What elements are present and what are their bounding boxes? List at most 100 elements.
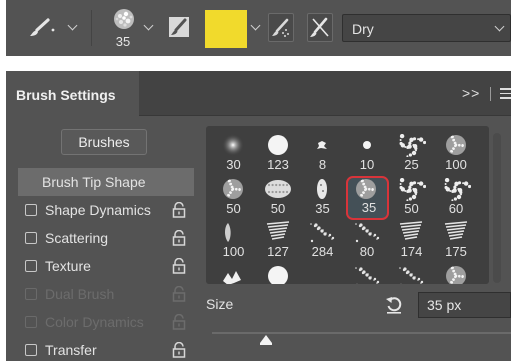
brush-preset[interactable] (212, 263, 255, 284)
brush-preset[interactable]: 174 (390, 219, 433, 263)
sidebar-checkbox (25, 288, 37, 300)
brush-size-readout: 35 (115, 34, 131, 49)
brush-tip-thumbnail-icon (399, 134, 426, 157)
brush-preset-size: 100 (445, 157, 467, 172)
brush-preset[interactable]: 100 (212, 219, 255, 263)
sidebar-item-label: Dual Brush (45, 286, 115, 302)
brush-tip-thumbnail-icon (399, 177, 426, 201)
brush-preset[interactable]: 80 (346, 219, 389, 263)
size-slider-thumb[interactable] (259, 335, 272, 345)
chevron-down-icon (67, 20, 78, 31)
brush-tip-thumbnail-icon (267, 135, 288, 155)
sidebar-item[interactable]: Texture (18, 252, 194, 280)
brush-preset[interactable] (435, 263, 478, 284)
brush-preset[interactable] (301, 263, 344, 285)
lock-icon[interactable] (172, 342, 186, 358)
brush-tip-thumbnail-icon (307, 265, 337, 285)
brush-tip-thumbnail-icon (223, 178, 243, 199)
brush-tip-thumbnail-icon (264, 179, 291, 198)
blend-mode-value: Dry (352, 21, 374, 37)
brush-preset[interactable]: 50 (212, 176, 255, 220)
brush-tip-thumbnail-icon (445, 265, 466, 284)
brush-preset[interactable] (390, 263, 433, 284)
brush-preset[interactable]: 123 (257, 132, 300, 176)
brush-preset-size: 60 (448, 200, 464, 216)
sidebar-item[interactable]: Scattering (18, 224, 194, 252)
brush-preset-size: 25 (404, 157, 419, 172)
sidebar-item-label: Scattering (45, 230, 109, 246)
sidebar-checkbox[interactable] (25, 260, 37, 272)
chevron-down-icon (494, 21, 505, 32)
chevron-down-icon[interactable] (250, 20, 261, 31)
brush-settings-panel: Brush Settings >> Brushes Brush Tip Shap… (6, 71, 511, 361)
collapse-panel-button[interactable]: >> (462, 85, 480, 101)
brush-preset[interactable]: 35 (301, 176, 344, 220)
brush-preset-picker[interactable] (111, 6, 137, 32)
brush-preset[interactable]: 10 (346, 132, 389, 176)
toggle-brush-settings-button[interactable] (167, 15, 191, 39)
brush-preset[interactable]: 127 (257, 219, 300, 263)
brush-preset-size: 80 (359, 244, 375, 259)
size-input[interactable]: 35 px (418, 292, 511, 318)
brush-preset-size: 284 (311, 244, 334, 259)
lock-icon (172, 314, 186, 330)
brush-preset-size: 8 (318, 157, 327, 172)
lock-icon[interactable] (172, 202, 186, 218)
brush-preset-size: 127 (267, 244, 289, 259)
sidebar-item-label: Texture (45, 258, 91, 274)
brush-preset[interactable]: 25 (390, 132, 433, 176)
brush-tip-thumbnail-icon (317, 141, 327, 149)
tab-brush-settings[interactable]: Brush Settings (6, 71, 139, 117)
options-bar: 35 Dry (6, 0, 511, 56)
sidebar-item[interactable]: Shape Dynamics (18, 196, 194, 224)
panel-menu-icon[interactable] (500, 88, 511, 99)
sample-all-layers-button[interactable] (307, 13, 333, 42)
sidebar-item[interactable]: Brush Tip Shape (18, 168, 194, 196)
brush-preset[interactable] (346, 263, 389, 284)
brush-tip-thumbnail-icon (223, 270, 241, 284)
brush-tool-preset-picker[interactable] (28, 14, 78, 42)
brush-tip-thumbnail-icon (222, 134, 244, 156)
brush-preset[interactable]: 50 (390, 176, 433, 220)
sidebar-item[interactable]: Transfer (18, 336, 194, 361)
brush-preset[interactable]: 175 (435, 219, 478, 263)
lock-icon[interactable] (172, 258, 186, 274)
brush-tip-thumbnail-icon (399, 221, 423, 240)
reset-size-icon[interactable] (384, 295, 404, 315)
brush-settings-toggle-icon (169, 17, 189, 37)
size-slider-track[interactable] (212, 332, 511, 334)
brush-preset[interactable] (257, 263, 300, 284)
brush-preset-size: 35 (361, 199, 377, 215)
lock-icon (172, 286, 186, 302)
divider (91, 10, 92, 46)
brush-preset-size: 50 (226, 200, 241, 216)
preset-grid-scrollbar[interactable] (493, 133, 501, 283)
brush-tip-thumbnail-icon (310, 223, 335, 243)
brushes-button[interactable]: Brushes (61, 129, 147, 155)
lock-icon[interactable] (172, 230, 186, 246)
sidebar-checkbox[interactable] (25, 232, 37, 244)
brush-preset[interactable]: 60 (435, 176, 478, 220)
brush-preset-selected[interactable]: 35 (345, 175, 389, 220)
paintbrush-icon (30, 18, 55, 36)
chevron-down-icon[interactable] (143, 20, 154, 31)
brush-tip-thumbnail-icon (445, 135, 466, 155)
divider (490, 87, 491, 101)
sidebar-item-label: Transfer (45, 342, 97, 358)
brush-preset[interactable]: 284 (301, 219, 344, 263)
sidebar-checkbox[interactable] (25, 344, 37, 356)
brush-preset[interactable]: 100 (435, 132, 478, 176)
brush-preset-grid: 30 123 8 10 25 100 50 50 35 35 50 60 100 127 284 80 174 1… (206, 126, 489, 284)
airbrush-toggle-button[interactable] (268, 13, 294, 42)
brush-tip-thumbnail-icon (399, 266, 424, 284)
sidebar-item-label: Brush Tip Shape (42, 174, 146, 190)
foreground-color-swatch[interactable] (205, 10, 247, 48)
brush-tip-thumbnail-icon (355, 178, 376, 199)
sidebar-checkbox[interactable] (25, 204, 37, 216)
brush-preset-size: 50 (404, 200, 419, 216)
blend-mode-dropdown[interactable]: Dry (342, 14, 511, 42)
brush-preset[interactable]: 30 (212, 132, 255, 176)
brush-preset[interactable]: 50 (257, 176, 300, 220)
brush-preset[interactable]: 8 (301, 132, 344, 176)
brush-tip-thumbnail-icon (362, 141, 371, 149)
